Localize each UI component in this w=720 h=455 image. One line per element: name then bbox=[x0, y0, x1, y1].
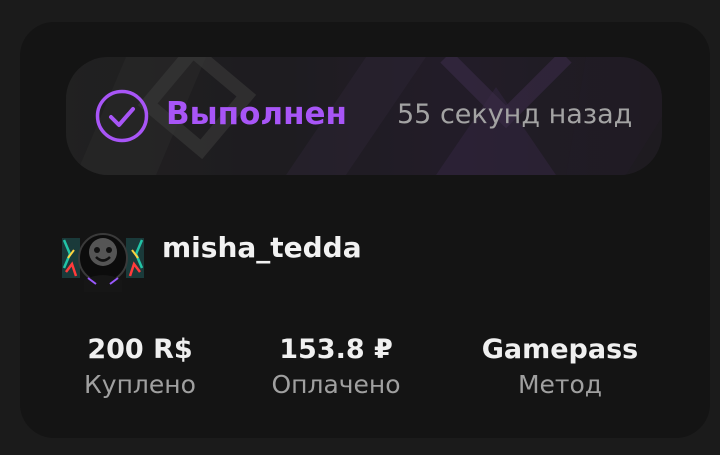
avatar[interactable] bbox=[60, 228, 146, 292]
stat-bought-label: Куплено bbox=[84, 370, 196, 399]
stat-bought-value: 200 R$ bbox=[87, 334, 193, 365]
stat-method: Gamepass Метод bbox=[470, 333, 650, 403]
stat-bought: 200 R$ Куплено bbox=[50, 333, 230, 403]
stat-paid-value: 153.8 ₽ bbox=[279, 334, 393, 365]
username: misha_tedda bbox=[162, 231, 362, 264]
stat-method-label: Метод bbox=[517, 370, 603, 399]
status-time: 55 секунд назад bbox=[397, 99, 633, 130]
check-circle-icon bbox=[95, 89, 149, 143]
stat-paid: 153.8 ₽ Оплачено bbox=[246, 333, 426, 403]
stat-method-value: Gamepass bbox=[481, 334, 639, 365]
status-label: Выполнен bbox=[166, 96, 347, 132]
stat-paid-label: Оплачено bbox=[271, 370, 401, 399]
